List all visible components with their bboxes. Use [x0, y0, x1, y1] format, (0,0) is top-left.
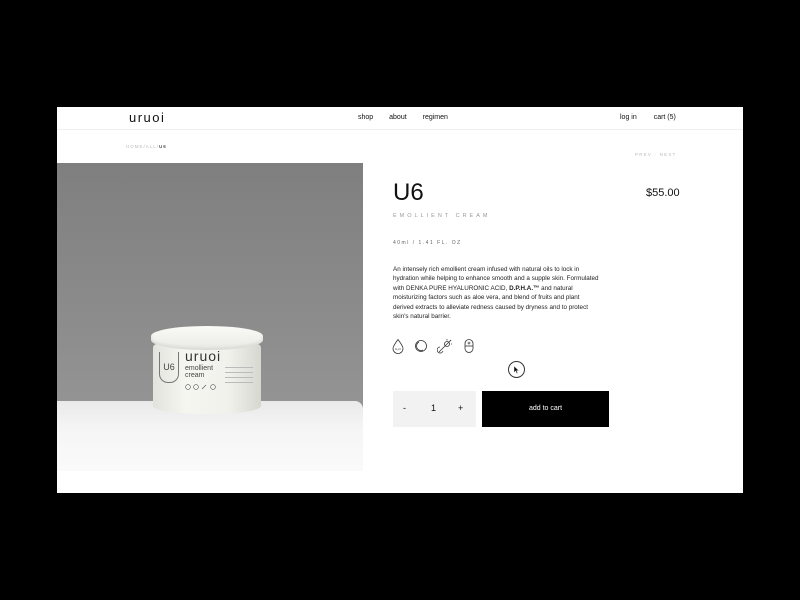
product-jar: U6 uruoi emollient cream	[151, 326, 266, 418]
next-link[interactable]: NEXT	[660, 152, 677, 157]
page-frame: uruoi shop about regimen log in cart (5)…	[57, 107, 743, 493]
breadcrumb-all[interactable]: ALL	[146, 144, 157, 149]
prev-link[interactable]: PREV	[635, 152, 652, 157]
jar-fine-print	[225, 364, 253, 383]
jar-line-1: emollient	[185, 365, 214, 372]
cart-link[interactable]: cart (5)	[654, 114, 676, 121]
product-image: U6 uruoi emollient cream	[57, 163, 363, 471]
jar-product-name: emollient cream	[185, 365, 213, 379]
site-header: uruoi shop about regimen log in cart (5)	[57, 107, 743, 130]
capsule-icon	[464, 339, 474, 353]
benefit-icons: H₂O	[391, 338, 481, 356]
breadcrumb-home[interactable]: HOME	[126, 144, 144, 149]
quantity-increase-button[interactable]: +	[458, 403, 463, 413]
moon-icon	[415, 340, 427, 352]
product-title: U6	[393, 179, 424, 206]
jar-icons	[185, 384, 217, 392]
jar-product-letter: U6	[159, 352, 179, 383]
pointer-cursor-icon	[514, 366, 520, 374]
add-to-cart-button[interactable]: add to cart	[482, 391, 609, 427]
droplet-icon: H₂O	[392, 338, 404, 354]
product-description: An intensely rich emollient cream infuse…	[393, 265, 601, 321]
nav-item-regimen[interactable]: regimen	[423, 114, 448, 121]
quantity-decrease-button[interactable]: -	[403, 403, 406, 413]
nav-item-shop[interactable]: shop	[358, 114, 373, 121]
pager-separator: ·	[654, 152, 658, 157]
product-price: $55.00	[646, 187, 680, 199]
description-strong: D.P.H.A.™	[509, 284, 540, 292]
no-sun-icon	[437, 339, 452, 354]
login-link[interactable]: log in	[620, 114, 637, 121]
quantity-value[interactable]: 1	[431, 403, 436, 413]
product-pager: PREV · NEXT	[635, 152, 676, 157]
cursor-indicator	[508, 361, 525, 378]
quantity-stepper: - 1 +	[393, 391, 476, 427]
breadcrumb-current: U6	[159, 144, 167, 149]
product-subtitle: EMOLLIENT CREAM	[393, 213, 491, 219]
svg-text:H₂O: H₂O	[395, 347, 401, 351]
brand-logo[interactable]: uruoi	[129, 110, 165, 125]
jar-line-2: cream	[185, 372, 205, 379]
account-nav: log in cart (5)	[620, 114, 676, 121]
jar-brand: uruoi	[185, 348, 222, 364]
product-size: 40ml / 1.41 FL. OZ	[393, 240, 462, 246]
breadcrumb: HOME/ALL/U6	[126, 144, 167, 149]
main-nav: shop about regimen	[358, 114, 462, 121]
nav-item-about[interactable]: about	[389, 114, 407, 121]
jar-lid	[151, 326, 263, 350]
